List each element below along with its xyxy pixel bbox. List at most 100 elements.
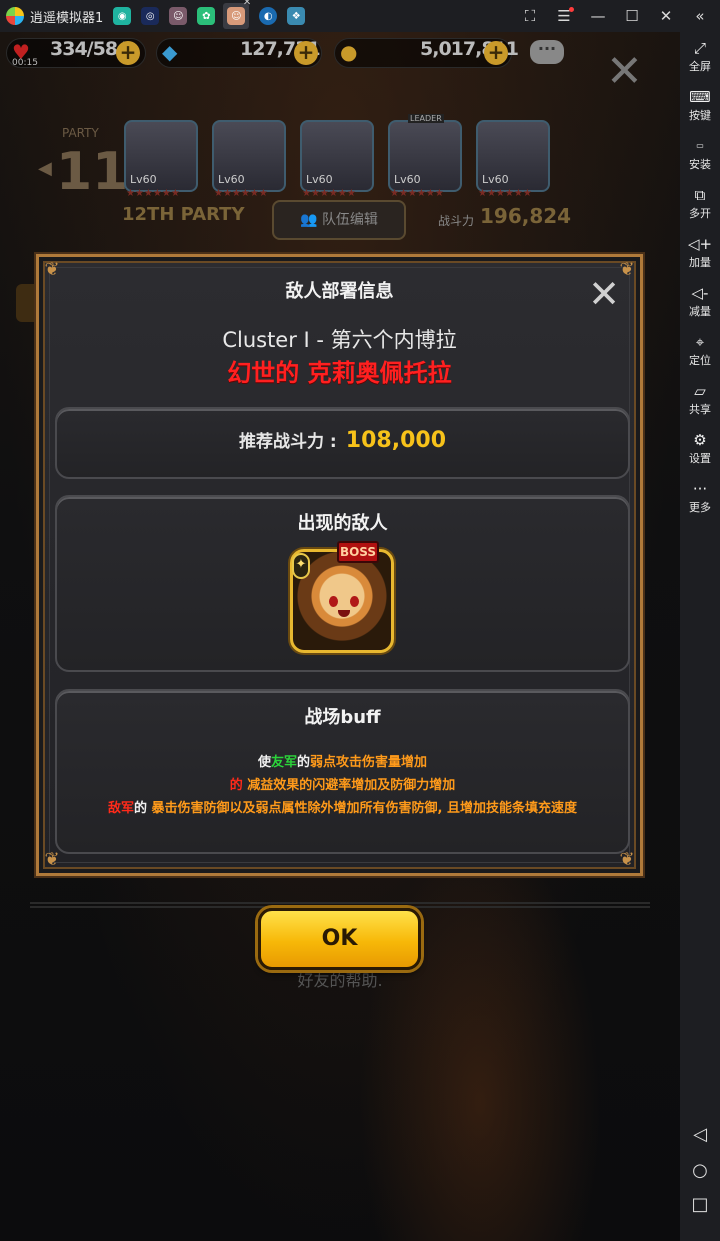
recommended-power-row: 推荐战斗力 : 108,000 [57,427,628,453]
party-title: 12TH PARTY [122,204,245,225]
stamina-timer: 00:15 [12,58,38,68]
buff-text-ally: 友军 [270,755,297,770]
emulator-logo-icon [6,7,24,25]
buff-line-2: 的 减益效果的闪避率增加及防御力增加 [57,774,628,793]
sidebar-item-install[interactable]: ▭ 安装 [680,136,720,172]
more-icon: ··· [692,480,708,498]
home-icon[interactable]: ○ [680,1160,720,1181]
battlefield-buff-panel: 战场buff 使友军的弱点攻击伤害量增加 的 减益效果的闪避率增加及防御力增加 … [55,689,630,854]
star-rating: ★★★★★★ [390,188,444,199]
sidebar-item-label: 安装 [689,158,711,171]
element-badge-icon: ✦ [292,553,310,579]
volume-down-icon: ◁- [691,284,709,302]
menu-icon[interactable]: ☰ [556,7,574,25]
app-name: 逍遥模拟器1 [30,10,104,26]
boss-badge: BOSS [337,541,379,563]
bottom-hint-2: 好友的帮助. [297,971,383,990]
chat-icon[interactable]: ··· [530,40,564,64]
character-card-3[interactable]: Lv60 [300,120,374,192]
buff-text: 的 [134,801,152,816]
game-tab-icon: ☺ [227,7,246,25]
emulator-sidebar: ⤢ 全屏 ⌨ 按键 ▭ 安装 ⧉ 多开 ◁+ 加量 ◁- 减量 ⌖ 定位 ▱ 共享 ⚙ 设置 ··… [680,32,720,1241]
char-level: Lv60 [218,173,245,186]
dialog-title: 敌人部署信息 [285,281,394,302]
location-icon: ⌖ [695,333,705,351]
browser-tab-icon[interactable]: ◐ [259,7,278,25]
corner-ornament-icon: ❦ [44,849,60,870]
party-number: 11 [56,142,129,202]
buff-effect-text: 弱点攻击伤害量增加 [310,755,428,770]
buff-line-1: 使友军的弱点攻击伤害量增加 [57,751,628,770]
sidebar-item-volume-down[interactable]: ◁- 减量 [680,283,720,319]
tab-close-icon[interactable]: ✕ [243,0,251,8]
fullscreen-icon: ⤢ [693,39,706,57]
ok-button[interactable]: OK [258,908,421,970]
app-tab-icon-1[interactable]: ◉ [113,7,132,25]
sidebar-item-label: 共享 [689,403,711,416]
party-label: PARTY [62,126,99,140]
keyboard-icon: ⌨ [689,88,711,106]
character-card-2[interactable]: Lv60 [212,120,286,192]
sidebar-item-share[interactable]: ▱ 共享 [680,381,720,417]
sidebar-item-label: 全屏 [689,60,711,73]
sidebar-item-label: 按键 [689,109,711,122]
sidebar-item-keyboard[interactable]: ⌨ 按键 [680,87,720,123]
gem-icon: ◆ [162,40,178,64]
recommended-power-value: 108,000 [345,428,446,453]
stamina-plus-button[interactable]: + [116,41,140,65]
enemy-eye [350,596,359,607]
enemy-mouth [338,610,350,617]
volume-up-icon: ◁+ [687,235,713,253]
sidebar-item-label: 设置 [689,452,711,465]
collapse-sidebar-icon[interactable]: « [692,7,708,25]
buff-text-enemy: 敌军 [107,801,134,816]
screen-close-icon[interactable]: ✕ [606,50,643,94]
stage-name: Cluster I - 第六个内博拉 [222,328,457,352]
character-card-4[interactable]: LEADER Lv60 [388,114,462,192]
sidebar-item-multi[interactable]: ⧉ 多开 [680,185,720,221]
leader-label: LEADER [408,114,444,123]
back-icon[interactable]: ◁ [680,1124,720,1145]
dialog-close-button[interactable]: ✕ [584,275,624,315]
settings-icon: ⚙ [693,431,707,449]
minimize-icon[interactable]: — [590,7,606,25]
gold-icon: ● [340,40,358,64]
app-tab-icon-4[interactable]: ✿ [197,7,216,25]
buff-text: 的 [297,755,311,770]
app-tab-icon-3[interactable]: ☺ [169,7,188,25]
close-icon[interactable]: ✕ [658,7,674,25]
power-value: 196,824 [480,204,572,228]
settings-tab-icon[interactable]: ❖ [287,7,306,25]
gems-plus-button[interactable]: + [294,41,318,65]
sidebar-item-label: 加量 [689,256,711,269]
app-tab-icon-2[interactable]: ◎ [141,7,160,25]
enemies-heading: 出现的敌人 [297,513,388,534]
star-rating: ★★★★★★ [126,188,180,199]
character-card-1[interactable]: Lv60 [124,120,198,192]
prev-party-arrow-icon[interactable]: ◀ [38,158,52,179]
recents-icon[interactable]: □ [680,1194,720,1215]
sidebar-item-fullscreen[interactable]: ⤢ 全屏 [680,38,720,74]
char-level: Lv60 [306,173,333,186]
maximize-icon[interactable]: ☐ [624,7,640,25]
restore-icon[interactable]: ⛶ [522,7,538,25]
buff-text: 使 [257,755,271,770]
star-rating: ★★★★★★ [214,188,268,199]
sidebar-item-label: 定位 [689,354,711,367]
power-label: 战斗力 [438,214,475,228]
buff-heading: 战场buff [304,707,381,728]
app-tab-active[interactable]: ☺ ✕ [223,0,251,29]
sidebar-item-settings[interactable]: ⚙ 设置 [680,430,720,466]
enemy-info-dialog: ❦ ❦ ❦ ❦ 敌人部署信息 ✕ Cluster I - 第六个内博拉 幻世的 … [36,254,643,876]
team-icon: 👥 [300,212,318,228]
sidebar-item-location[interactable]: ⌖ 定位 [680,332,720,368]
buff-effect-text: 暴击伤害防御以及弱点属性除外增加所有伤害防御, 且增加技能条填充速度 [151,801,577,816]
multi-instance-icon: ⧉ [694,186,706,204]
team-edit-button[interactable]: 👥 队伍编辑 [272,200,406,240]
gold-plus-button[interactable]: + [484,41,508,65]
character-card-5[interactable]: Lv60 [476,120,550,192]
sidebar-item-volume-up[interactable]: ◁+ 加量 [680,234,720,270]
apk-install-icon: ▭ [696,141,704,150]
sidebar-item-more[interactable]: ··· 更多 [680,479,720,515]
team-edit-label: 队伍编辑 [321,212,378,228]
